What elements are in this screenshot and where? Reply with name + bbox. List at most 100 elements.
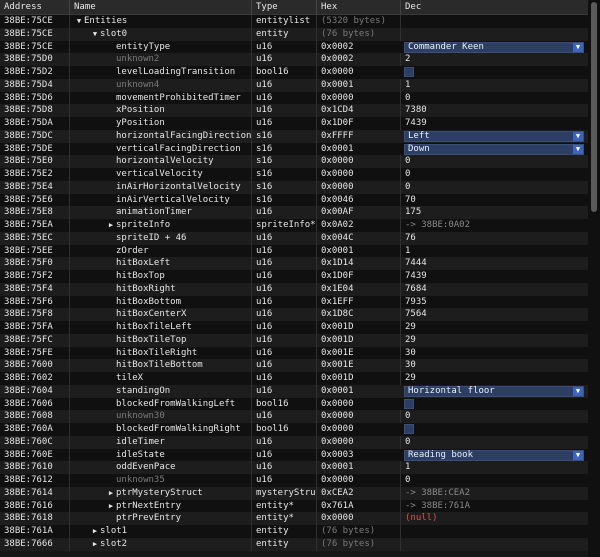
value-dropdown[interactable]: Commander Keen ▼	[404, 41, 584, 53]
dec-cell[interactable]: 0	[400, 435, 588, 449]
table-row[interactable]: 38BE:75E0 horizontalVelocity s16 0x0000 0	[0, 155, 588, 168]
hex-cell[interactable]: 0x0000	[316, 168, 400, 181]
hex-cell[interactable]: (76 bytes)	[316, 537, 400, 551]
dec-cell[interactable]: 1	[400, 78, 588, 92]
hex-cell[interactable]: 0xCEA2	[316, 486, 400, 500]
table-row[interactable]: 38BE:75CE entityType u16 0x0002 Commander Ke…	[0, 40, 588, 54]
dec-cell[interactable]: 29	[400, 333, 588, 347]
table-row[interactable]: 38BE:7610 oddEvenPace u16 0x0001 1	[0, 461, 588, 474]
dec-cell[interactable]: 175	[400, 206, 588, 219]
hex-cell[interactable]: (76 bytes)	[316, 27, 400, 41]
dec-cell[interactable]: (null)	[400, 512, 588, 525]
table-row[interactable]: 38BE:75F2 hitBoxTop u16 0x1D0F 7439	[0, 270, 588, 283]
chevron-down-icon[interactable]: ▼	[573, 144, 583, 154]
table-row[interactable]: 38BE:75D4 unknown4 u16 0x0001 1	[0, 78, 588, 92]
hex-cell[interactable]: 0x001D	[316, 333, 400, 347]
table-row[interactable]: 38BE:7618 ptrPrevEntry entity* 0x0000 (null)	[0, 512, 588, 525]
table-row[interactable]: 38BE:75E8 animationTimer u16 0x00AF 175	[0, 206, 588, 219]
dec-cell[interactable]	[400, 525, 588, 538]
hex-cell[interactable]: 0x001D	[316, 321, 400, 334]
triangle-right-icon[interactable]: ▶	[90, 525, 100, 538]
chevron-down-icon[interactable]: ▼	[573, 131, 583, 141]
hex-cell[interactable]: 0x001E	[316, 359, 400, 372]
dec-cell[interactable]: 7684	[400, 282, 588, 296]
table-row[interactable]: 38BE:7602 tileX u16 0x001D 29	[0, 372, 588, 385]
hex-cell[interactable]: 0x1D0F	[316, 117, 400, 130]
chevron-down-icon[interactable]: ▼	[573, 42, 583, 52]
hex-cell[interactable]: 0x0001	[316, 461, 400, 474]
hex-cell[interactable]: 0x0046	[316, 193, 400, 207]
column-header-name[interactable]: Name	[69, 0, 251, 14]
hex-cell[interactable]: 0x1D14	[316, 257, 400, 270]
hex-cell[interactable]: 0x0000	[316, 423, 400, 436]
dec-cell[interactable]: 0	[400, 474, 588, 487]
hex-cell[interactable]: 0x0001	[316, 78, 400, 92]
table-row[interactable]: 38BE:75E4 inAirHorizontalVelocity s16 0x000…	[0, 180, 588, 194]
value-dropdown[interactable]: Down ▼	[404, 143, 584, 155]
value-dropdown[interactable]: Reading book ▼	[404, 449, 584, 461]
table-row[interactable]: 38BE:761A ▶ slot1 entity (76 bytes)	[0, 525, 588, 538]
triangle-right-icon[interactable]: ▶	[106, 487, 116, 500]
dec-cell[interactable]: 7564	[400, 308, 588, 321]
table-row[interactable]: 38BE:760E idleState u16 0x0003 Reading book ▼	[0, 448, 588, 462]
dec-cell[interactable]: 7935	[400, 295, 588, 309]
hex-cell[interactable]: 0x001D	[316, 372, 400, 385]
hex-cell[interactable]: 0xFFFF	[316, 129, 400, 143]
value-dropdown[interactable]: Left ▼	[404, 130, 584, 142]
chevron-down-icon[interactable]: ▼	[573, 386, 583, 396]
hex-cell[interactable]: 0x0001	[316, 142, 400, 156]
table-row[interactable]: 38BE:75EA ▶ spriteInfo spriteInfo* 0x0A02 -> …	[0, 219, 588, 232]
hex-cell[interactable]: 0x0000	[316, 512, 400, 525]
table-row[interactable]: 38BE:75CE ▼ slot0 entity (76 bytes)	[0, 27, 588, 41]
dec-cell[interactable]: 76	[400, 231, 588, 245]
hex-cell[interactable]: 0x761A	[316, 499, 400, 513]
vertical-scrollbar[interactable]	[588, 0, 600, 557]
hex-cell[interactable]: 0x0A02	[316, 219, 400, 232]
table-row[interactable]: 38BE:75F4 hitBoxRight u16 0x1E04 7684	[0, 282, 588, 296]
column-header-dec[interactable]: Dec	[400, 0, 588, 14]
column-header-type[interactable]: Type	[251, 0, 316, 14]
table-row[interactable]: 38BE:75E6 inAirVerticalVelocity s16 0x0046 7…	[0, 193, 588, 207]
hex-cell[interactable]: 0x1CD4	[316, 104, 400, 117]
table-row[interactable]: 38BE:75DA yPosition u16 0x1D0F 7439	[0, 117, 588, 130]
hex-cell[interactable]: 0x0000	[316, 435, 400, 449]
table-row[interactable]: 38BE:7612 unknown35 u16 0x0000 0	[0, 474, 588, 487]
triangle-right-icon[interactable]: ▶	[106, 219, 116, 232]
table-row[interactable]: 38BE:7608 unknown30 u16 0x0000 0	[0, 410, 588, 423]
table-row[interactable]: 38BE:75DE verticalFacingDirection s16 0x000…	[0, 142, 588, 156]
dec-cell[interactable]: 7439	[400, 270, 588, 283]
table-row[interactable]: 38BE:7614 ▶ ptrMysteryStruct mysteryStruc 0x…	[0, 486, 588, 500]
dec-cell[interactable]: 7380	[400, 104, 588, 117]
table-row[interactable]: 38BE:75DC horizontalFacingDirection s16 0xF…	[0, 129, 588, 143]
hex-cell[interactable]: 0x0000	[316, 180, 400, 194]
hex-cell[interactable]: 0x001E	[316, 346, 400, 360]
hex-cell[interactable]: 0x0002	[316, 53, 400, 66]
triangle-right-icon[interactable]: ▶	[90, 538, 100, 551]
chevron-down-icon[interactable]: ▼	[573, 450, 583, 460]
table-row[interactable]: 38BE:75E2 verticalVelocity s16 0x0000 0	[0, 168, 588, 181]
dec-cell[interactable]: 0	[400, 168, 588, 181]
hex-cell[interactable]: 0x0000	[316, 397, 400, 411]
dec-cell[interactable]: 2	[400, 53, 588, 66]
scrollbar-thumb[interactable]	[591, 2, 597, 212]
dec-cell[interactable]: -> 38BE:CEA2	[400, 486, 588, 500]
dec-cell[interactable]	[400, 537, 588, 551]
bool-checkbox[interactable]	[404, 67, 414, 77]
table-row[interactable]: 38BE:760C idleTimer u16 0x0000 0	[0, 435, 588, 449]
dec-cell[interactable]	[400, 15, 588, 28]
hex-cell[interactable]: 0x0000	[316, 66, 400, 79]
table-row[interactable]: 38BE:75D6 movementProhibitedTimer u16 0x000…	[0, 91, 588, 105]
dec-cell[interactable]: -> 38BE:0A02	[400, 219, 588, 232]
hex-cell[interactable]: 0x004C	[316, 231, 400, 245]
table-row[interactable]: 38BE:760A blockedFromWalkingRight bool16 0x…	[0, 423, 588, 436]
table-row[interactable]: 38BE:75F0 hitBoxLeft u16 0x1D14 7444	[0, 257, 588, 270]
hex-cell[interactable]: 0x0002	[316, 40, 400, 54]
hex-cell[interactable]: 0x0001	[316, 244, 400, 258]
column-header-hex[interactable]: Hex	[316, 0, 400, 14]
hex-cell[interactable]: 0x0003	[316, 448, 400, 462]
table-row[interactable]: 38BE:75CE ▼ Entities entitylist (5320 bytes)	[0, 15, 588, 28]
dec-cell[interactable]: 0	[400, 410, 588, 423]
hex-cell[interactable]: 0x0000	[316, 91, 400, 105]
hex-cell[interactable]: (5320 bytes)	[316, 15, 400, 28]
table-row[interactable]: 38BE:7616 ▶ ptrNextEntry entity* 0x761A -> 38…	[0, 499, 588, 513]
